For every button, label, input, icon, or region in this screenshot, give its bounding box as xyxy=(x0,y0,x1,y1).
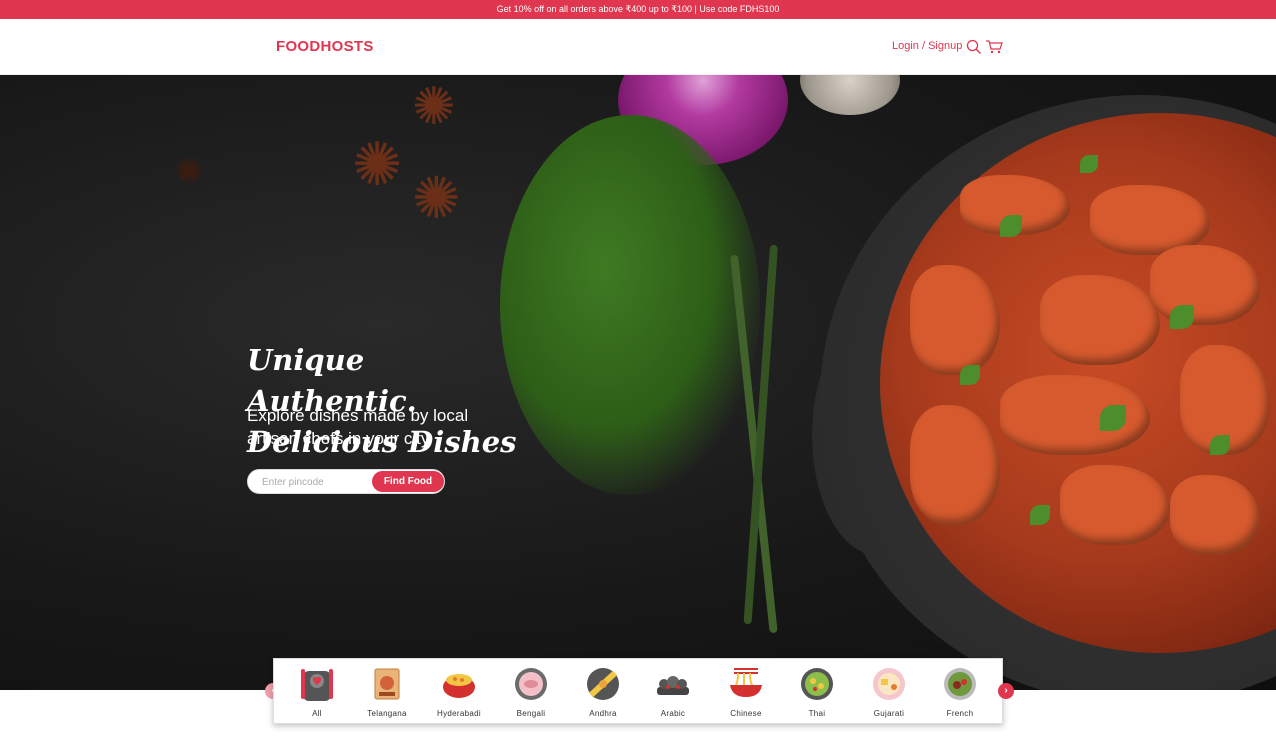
star-anise-decor: ✺ xyxy=(412,166,461,231)
pincode-search-form: Find Food xyxy=(247,469,445,494)
all-cuisines-icon xyxy=(301,669,333,701)
promo-banner: Get 10% off on all orders above ₹400 up … xyxy=(0,0,1276,19)
login-signup-link[interactable]: Login / Signup xyxy=(892,40,962,52)
herb-decor xyxy=(1080,155,1098,173)
cuisine-item-chinese[interactable]: Chinese xyxy=(716,665,776,723)
cuisine-label: Andhra xyxy=(589,709,617,718)
cuisine-item-hyderabadi[interactable]: Hyderabadi xyxy=(429,665,489,723)
chevron-right-icon[interactable]: › xyxy=(998,683,1014,699)
hyderabadi-icon xyxy=(443,674,475,698)
cuisine-label: French xyxy=(946,709,974,718)
arabic-icon xyxy=(657,676,689,695)
star-anise-decor: ✺ xyxy=(412,78,456,136)
find-food-button[interactable]: Find Food xyxy=(372,471,444,492)
chinese-icon xyxy=(730,668,762,697)
cuisine-item-arabic[interactable]: Arabic xyxy=(643,665,703,723)
headline-line: Unique xyxy=(247,343,365,377)
andhra-icon xyxy=(587,668,619,700)
cart-icon[interactable] xyxy=(985,39,1003,60)
telangana-icon xyxy=(374,668,400,700)
bengali-icon xyxy=(515,668,547,700)
cuisine-label: Gujarati xyxy=(873,709,905,718)
brand-logo[interactable]: FOODHOSTS xyxy=(276,38,374,55)
cuisine-item-bengali[interactable]: Bengali xyxy=(501,665,561,723)
cuisine-label: All xyxy=(312,709,322,718)
cuisine-item-gujarati[interactable]: Gujarati xyxy=(859,665,919,723)
herb-decor xyxy=(1210,435,1230,455)
parsley-decor xyxy=(500,115,760,495)
cuisine-item-telangana[interactable]: Telangana xyxy=(357,665,417,723)
cuisine-item-french[interactable]: French xyxy=(930,665,990,723)
herb-decor xyxy=(1100,405,1126,431)
hero-subline: Explore dishes made by local artisan che… xyxy=(247,406,469,448)
cuisine-label: Thai xyxy=(808,709,826,718)
cuisine-label: Chinese xyxy=(730,709,762,718)
star-anise-decor: ✺ xyxy=(352,131,403,198)
herb-decor xyxy=(960,365,980,385)
cuisine-carousel: All Telangana Hyderabadi Bengali Andhra … xyxy=(273,658,1003,724)
thai-icon xyxy=(801,668,833,700)
cuisine-item-andhra[interactable]: Andhra xyxy=(573,665,633,723)
site-header: FOODHOSTS Login / Signup xyxy=(0,19,1276,75)
hero-section: ✺ ✺ ✺ ✺ Unique Authentic. Delicious Dish… xyxy=(0,75,1276,690)
gujarati-icon xyxy=(873,668,905,700)
star-anise-decor: ✺ xyxy=(175,153,204,191)
cuisine-item-all[interactable]: All xyxy=(287,665,347,723)
garlic-decor xyxy=(800,75,900,115)
cuisine-label: Hyderabadi xyxy=(437,709,481,718)
cuisine-item-thai[interactable]: Thai xyxy=(787,665,847,723)
pincode-input[interactable] xyxy=(262,474,366,490)
french-icon xyxy=(944,668,976,700)
herb-decor xyxy=(1000,215,1022,237)
cuisine-label: Telangana xyxy=(367,709,407,718)
search-icon[interactable] xyxy=(966,39,982,60)
cuisine-label: Bengali xyxy=(516,709,546,718)
herb-decor xyxy=(1170,305,1194,329)
cuisine-label: Arabic xyxy=(660,709,686,718)
herb-decor xyxy=(1030,505,1050,525)
